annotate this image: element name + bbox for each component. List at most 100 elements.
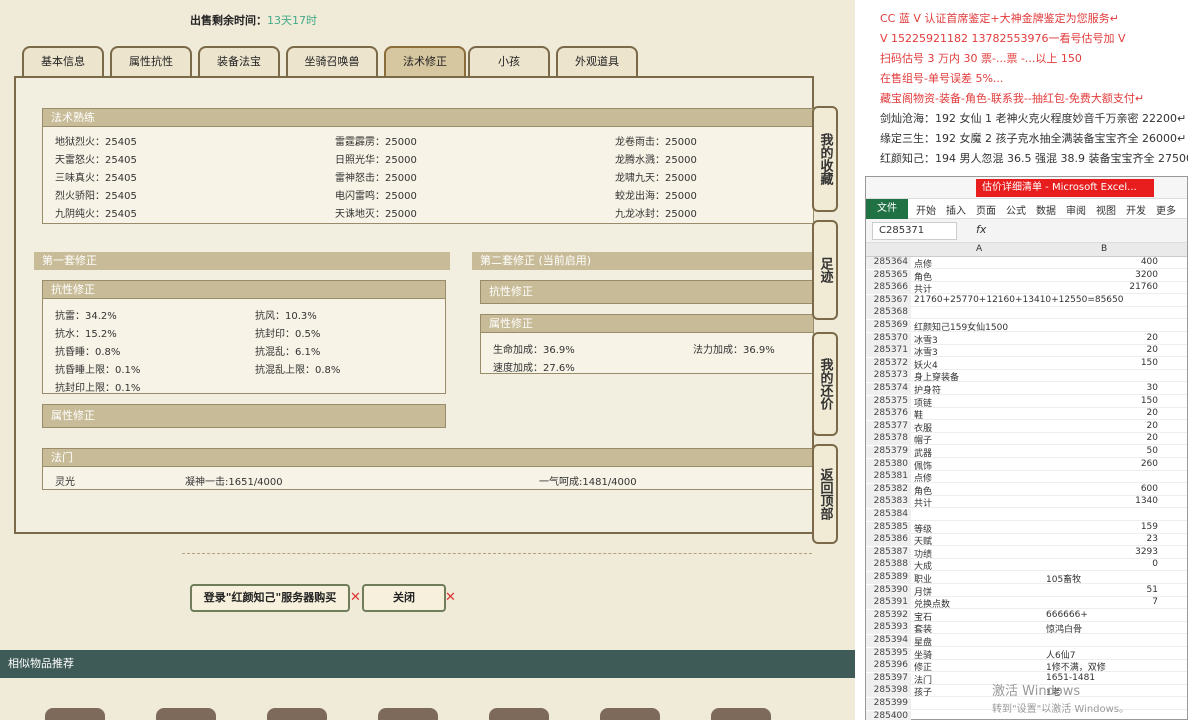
cell-b[interactable]: 0 — [1046, 559, 1158, 569]
cell-b[interactable]: 400 — [1046, 257, 1158, 267]
cell-a[interactable]: 兑换点数 — [914, 597, 1044, 610]
cell-b[interactable]: 3200 — [1046, 270, 1158, 280]
similar-item-thumb[interactable] — [267, 708, 327, 720]
table-row[interactable]: 285382 角色 600 — [866, 483, 1187, 497]
cell-b[interactable]: 260 — [1046, 459, 1158, 469]
ribbon-tab[interactable]: 插入 — [946, 202, 966, 217]
cell-a[interactable]: 项链 — [914, 396, 1044, 409]
table-row[interactable]: 285380 佩饰 260 — [866, 458, 1187, 472]
ribbon-file-tab[interactable]: 文件 — [866, 199, 908, 219]
ribbon-tab[interactable]: 页面 — [976, 202, 996, 217]
cell-a[interactable]: 天赋 — [914, 534, 1044, 547]
cell-b[interactable]: 666666+ — [1046, 610, 1158, 620]
table-row[interactable]: 285376 鞋 20 — [866, 408, 1187, 421]
cell-a[interactable]: 点修 — [914, 257, 1044, 270]
table-row[interactable]: 285366 共计 21760 — [866, 282, 1187, 295]
table-row[interactable]: 285392 宝石 666666+ — [866, 609, 1187, 623]
cell-a[interactable]: 修正 — [914, 660, 1044, 673]
side-my-counteroffer[interactable]: 我的还价 — [812, 332, 838, 436]
cell-a[interactable]: 佩饰 — [914, 459, 1044, 472]
cell-b[interactable]: 1340 — [1046, 496, 1158, 506]
cell-b[interactable]: 20 — [1046, 333, 1158, 343]
ribbon-tab[interactable]: 审阅 — [1066, 202, 1086, 217]
ribbon-tab[interactable]: 视图 — [1096, 202, 1116, 217]
table-row[interactable]: 285372 妖火4 150 — [866, 357, 1187, 371]
table-row[interactable]: 285391 兑换点数 7 — [866, 597, 1187, 610]
cell-b[interactable]: 105畜牧 — [1046, 572, 1158, 585]
similar-item-thumb[interactable] — [378, 708, 438, 720]
similar-item-thumb[interactable] — [156, 708, 216, 720]
side-my-favorites[interactable]: 我的收藏 — [812, 106, 838, 212]
cell-a[interactable]: 护身符 — [914, 383, 1044, 396]
table-row[interactable]: 285394 星盘 — [866, 635, 1187, 648]
ribbon-tab[interactable]: 开始 — [916, 202, 936, 217]
table-row[interactable]: 285365 角色 3200 — [866, 269, 1187, 283]
table-row[interactable]: 285395 坐骑 人6仙7 — [866, 647, 1187, 661]
cell-a[interactable]: 月饼 — [914, 585, 1044, 598]
cell-b[interactable]: 3293 — [1046, 547, 1158, 557]
side-footprint[interactable]: 足迹 — [812, 220, 838, 320]
cell-a[interactable]: 冰雪3 — [914, 333, 1044, 346]
cell-b[interactable]: 51 — [1046, 585, 1158, 595]
table-row[interactable]: 285367 21760+25770+12160+13410+12550=8565… — [866, 294, 1187, 307]
table-row[interactable]: 285389 职业 105畜牧 — [866, 572, 1187, 585]
cell-b[interactable]: 20 — [1046, 408, 1158, 418]
cell-a[interactable]: 衣服 — [914, 421, 1044, 434]
name-box[interactable]: C285371 — [872, 222, 957, 240]
tab-mounts[interactable]: 坐骑召唤兽 — [286, 46, 378, 76]
cell-b[interactable]: 20 — [1046, 345, 1158, 355]
cell-a[interactable]: 角色 — [914, 484, 1044, 497]
table-row[interactable]: 285364 点修 400 — [866, 257, 1187, 270]
cell-b[interactable]: 50 — [1046, 446, 1158, 456]
similar-item-thumb[interactable] — [600, 708, 660, 720]
cell-a[interactable]: 妖火4 — [914, 358, 1044, 371]
table-row[interactable]: 285396 修正 1修不满，双修 — [866, 660, 1187, 673]
cell-b[interactable]: 150 — [1046, 396, 1158, 406]
cell-a[interactable]: 功绩 — [914, 547, 1044, 560]
cell-b[interactable]: 30 — [1046, 383, 1158, 393]
table-row[interactable]: 285374 护身符 30 — [866, 383, 1187, 396]
similar-item-thumb[interactable] — [45, 708, 105, 720]
tab-spell-correction[interactable]: 法术修正 — [384, 46, 466, 76]
cell-a[interactable]: 武器 — [914, 446, 1044, 459]
cell-a[interactable]: 宝石 — [914, 610, 1044, 623]
table-row[interactable]: 285368 — [866, 307, 1187, 320]
cell-b[interactable]: 1修不满，双修 — [1046, 660, 1158, 673]
ribbon-tab[interactable]: 数据 — [1036, 202, 1056, 217]
cell-a[interactable]: 职业 — [914, 572, 1044, 585]
login-buy-button[interactable]: 登录"红颜知己"服务器购买 — [190, 584, 350, 612]
table-row[interactable]: 285379 武器 50 — [866, 446, 1187, 459]
ribbon-tab[interactable]: 公式 — [1006, 202, 1026, 217]
cell-a[interactable]: 角色 — [914, 270, 1044, 283]
cell-b[interactable]: 150 — [1046, 358, 1158, 368]
close-button[interactable]: 关闭 — [362, 584, 446, 612]
side-back-to-top[interactable]: 返回顶部 — [812, 444, 838, 544]
table-row[interactable]: 285384 — [866, 509, 1187, 521]
cell-a[interactable]: 帽子 — [914, 433, 1044, 446]
cell-a[interactable]: 大成 — [914, 559, 1044, 572]
cell-a[interactable]: 星盘 — [914, 635, 1044, 648]
cell-a[interactable]: 21760+25770+12160+13410+12550=85650 — [914, 295, 1124, 305]
table-row[interactable]: 285393 套装 惊鸿白骨 — [866, 622, 1187, 635]
table-row[interactable]: 285385 等级 159 — [866, 521, 1187, 535]
cell-a[interactable]: 鞋 — [914, 408, 1044, 421]
similar-item-thumb[interactable] — [711, 708, 771, 720]
similar-item-thumb[interactable] — [489, 708, 549, 720]
cell-b[interactable]: 21760 — [1046, 282, 1158, 292]
table-row[interactable]: 285390 月饼 51 — [866, 584, 1187, 598]
cell-a[interactable]: 等级 — [914, 522, 1044, 535]
cell-a[interactable]: 坐骑 — [914, 648, 1044, 661]
cell-a[interactable]: 身上穿装备 — [914, 370, 1044, 383]
table-row[interactable]: 285377 衣服 20 — [866, 420, 1187, 434]
cell-a[interactable]: 套装 — [914, 622, 1044, 635]
table-row[interactable]: 285378 帽子 20 — [866, 433, 1187, 446]
tab-child[interactable]: 小孩 — [468, 46, 550, 76]
ribbon-tab[interactable]: 开发 — [1126, 202, 1146, 217]
cell-a[interactable]: 冰雪3 — [914, 345, 1044, 358]
tab-basic-info[interactable]: 基本信息 — [22, 46, 104, 76]
cell-b[interactable]: 20 — [1046, 421, 1158, 431]
table-row[interactable]: 285383 共计 1340 — [866, 496, 1187, 509]
table-row[interactable]: 285370 冰雪3 20 — [866, 332, 1187, 346]
tab-attribute-resistance[interactable]: 属性抗性 — [110, 46, 192, 76]
cell-b[interactable]: 惊鸿白骨 — [1046, 622, 1158, 635]
